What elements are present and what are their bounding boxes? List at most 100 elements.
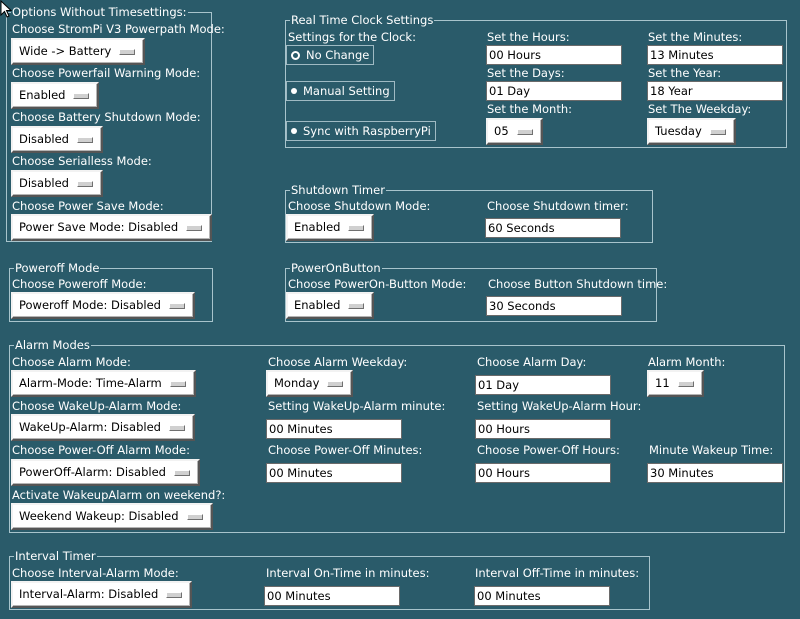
wakeup-hour-label: Setting WakeUp-Alarm Hour: (477, 399, 642, 413)
weekend-select[interactable]: Weekend Wakeup: Disabled (11, 503, 213, 530)
serialless-select[interactable]: Disabled (11, 170, 103, 197)
radio-manual-label: Manual Setting (303, 84, 390, 98)
powerfail-label: Choose Powerfail Warning Mode: (12, 66, 201, 80)
power-save-value: Power Save Mode: Disabled (19, 220, 179, 234)
dropdown-indicator-icon (186, 514, 203, 520)
shutdown-group-legend: Shutdown Timer (290, 183, 386, 197)
battery-shutdown-value: Disabled (19, 132, 69, 146)
radio-sync-label: Sync with RaspberryPi (303, 124, 431, 138)
poweron-mode-value: Enabled (294, 298, 341, 312)
poweron-mode-select[interactable]: Enabled (286, 292, 375, 319)
interval-on-time-label: Interval On-Time in minutes: (266, 566, 430, 580)
rtc-group-legend: Real Time Clock Settings (290, 13, 435, 27)
wakeup-mode-label: Choose WakeUp-Alarm Mode: (12, 399, 182, 413)
days-input[interactable]: 01 Day (486, 81, 622, 101)
radio-sync-raspberrypi[interactable]: Sync with RaspberryPi (286, 121, 436, 141)
minutes-input[interactable]: 13 Minutes (647, 45, 783, 65)
hours-label: Set the Hours: (487, 30, 570, 44)
minutes-label: Set the Minutes: (648, 30, 743, 44)
shutdown-mode-value: Enabled (294, 220, 341, 234)
radio-unselected-icon (291, 128, 297, 134)
radio-selected-icon (291, 50, 300, 60)
alarm-day-label: Choose Alarm Day: (477, 355, 587, 369)
wakeup-hour-input[interactable]: 00 Hours (475, 419, 611, 439)
interval-off-time-input[interactable]: 00 Minutes (474, 586, 610, 606)
options-group-legend: Options Without Timesettings: (11, 5, 188, 19)
interval-mode-value: Interval-Alarm: Disabled (19, 587, 159, 601)
alarm-month-select[interactable]: 11 (647, 370, 704, 397)
poweroff-hours-label: Choose Power-Off Hours: (477, 443, 620, 457)
wakeup-mode-select[interactable]: WakeUp-Alarm: Disabled (11, 414, 195, 441)
interval-on-time-input[interactable]: 00 Minutes (264, 586, 400, 606)
weekday-select[interactable]: Tuesday (647, 118, 736, 145)
weekday-label: Set The Weekday: (648, 102, 752, 116)
poweroff-hours-input[interactable]: 00 Hours (475, 463, 611, 483)
poweroff-alarm-label: Choose Power-Off Alarm Mode: (12, 443, 190, 457)
poweroff-group-legend: Poweroff Mode (14, 261, 101, 275)
mouse-pointer-icon (0, 0, 13, 18)
poweron-mode-label: Choose PowerOn-Button Mode: (288, 277, 467, 291)
alarm-mode-select[interactable]: Alarm-Mode: Time-Alarm (11, 370, 196, 397)
alarm-day-input[interactable]: 01 Day (475, 375, 611, 395)
battery-shutdown-label: Choose Battery Shutdown Mode: (12, 110, 201, 124)
poweron-group-legend: PowerOnButton (290, 261, 382, 275)
dropdown-indicator-icon (348, 225, 365, 231)
interval-mode-label: Choose Interval-Alarm Mode: (12, 566, 179, 580)
alarm-mode-label: Choose Alarm Mode: (12, 355, 131, 369)
shutdown-timer-label: Choose Shutdown timer: (487, 199, 629, 213)
powerpath-select[interactable]: Wide -> Battery (11, 38, 146, 65)
serialless-label: Choose Serialless Mode: (12, 154, 152, 168)
poweroff-mode-select[interactable]: Poweroff Mode: Disabled (11, 292, 195, 319)
powerpath-label: Choose StromPi V3 Powerpath Mode: (12, 22, 225, 36)
dropdown-indicator-icon (186, 225, 203, 231)
power-save-select[interactable]: Power Save Mode: Disabled (11, 214, 213, 241)
dropdown-indicator-icon (169, 381, 186, 387)
month-select[interactable]: 05 (486, 118, 543, 145)
poweroff-mode-label: Choose Poweroff Mode: (12, 277, 147, 291)
dropdown-indicator-icon (168, 425, 185, 431)
alarm-month-value: 11 (655, 376, 670, 390)
poweron-time-label: Choose Button Shutdown time: (488, 277, 668, 291)
poweroff-alarm-select[interactable]: PowerOff-Alarm: Disabled (11, 459, 200, 486)
interval-group-legend: Interval Timer (14, 549, 97, 563)
dropdown-indicator-icon (166, 592, 183, 598)
month-value: 05 (494, 124, 509, 138)
dropdown-indicator-icon (76, 181, 93, 187)
minute-wakeup-input[interactable]: 30 Minutes (647, 463, 783, 483)
wakeup-minute-label: Setting WakeUp-Alarm minute: (268, 399, 446, 413)
weekday-value: Tuesday (655, 124, 702, 138)
powerfail-value: Enabled (19, 88, 66, 102)
alarm-group-legend: Alarm Modes (14, 338, 91, 352)
shutdown-mode-select[interactable]: Enabled (286, 214, 375, 241)
poweron-time-input[interactable]: 30 Seconds (486, 296, 622, 316)
battery-shutdown-select[interactable]: Disabled (11, 126, 103, 153)
dropdown-indicator-icon (76, 137, 93, 143)
days-label: Set the Days: (487, 66, 565, 80)
shutdown-timer-input[interactable]: 60 Seconds (485, 218, 621, 238)
poweroff-minutes-input[interactable]: 00 Minutes (266, 463, 402, 483)
poweroff-alarm-value: PowerOff-Alarm: Disabled (19, 465, 166, 479)
radio-manual-setting[interactable]: Manual Setting (286, 81, 395, 101)
dropdown-indicator-icon (73, 93, 90, 99)
minute-wakeup-label: Minute Wakeup Time: (649, 443, 774, 457)
hours-input[interactable]: 00 Hours (486, 45, 622, 65)
powerfail-select[interactable]: Enabled (11, 82, 100, 109)
dropdown-indicator-icon (168, 303, 185, 309)
radio-unselected-icon (291, 88, 297, 94)
alarm-mode-value: Alarm-Mode: Time-Alarm (19, 376, 162, 390)
poweroff-mode-value: Poweroff Mode: Disabled (19, 298, 161, 312)
alarm-weekday-select[interactable]: Monday (266, 370, 354, 397)
dropdown-indicator-icon (119, 49, 136, 55)
weekend-value: Weekend Wakeup: Disabled (19, 509, 179, 523)
wakeup-minute-input[interactable]: 00 Minutes (266, 419, 402, 439)
clock-settings-label: Settings for the Clock: (288, 30, 416, 44)
dropdown-indicator-icon (173, 470, 190, 476)
powerpath-value: Wide -> Battery (19, 44, 112, 58)
month-label: Set the Month: (487, 102, 572, 116)
radio-no-change[interactable]: No Change (286, 45, 375, 65)
year-input[interactable]: 18 Year (647, 81, 783, 101)
interval-off-time-label: Interval Off-Time in minutes: (475, 566, 640, 580)
dropdown-indicator-icon (709, 129, 726, 135)
dropdown-indicator-icon (516, 129, 533, 135)
interval-mode-select[interactable]: Interval-Alarm: Disabled (11, 581, 193, 608)
